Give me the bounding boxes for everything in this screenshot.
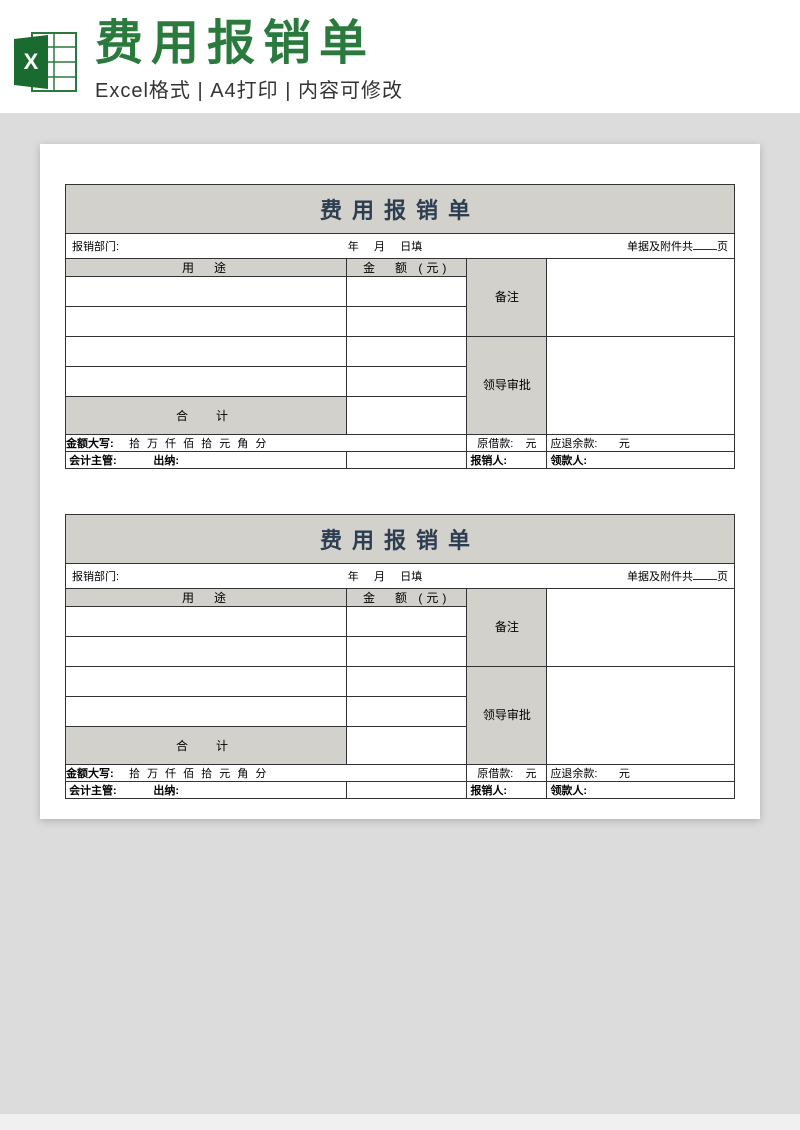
excel-icon: X xyxy=(10,27,80,97)
attachments-label: 单据及附件共 xyxy=(627,241,693,253)
template-header: X 费用报销单 Excel格式 | A4打印 | 内容可修改 xyxy=(0,0,800,114)
day-label: 日填 xyxy=(400,241,422,253)
total-label: 合 计 xyxy=(66,727,347,765)
sig-applicant: 报销人: xyxy=(467,782,547,799)
table-row: 领导审批 xyxy=(66,337,735,367)
page-title: 费用报销单 xyxy=(95,20,790,68)
preview-area: 费用报销单 报销部门: 年 月 日填 单据及附件共页 用 途 金 额 (元) 备… xyxy=(0,114,800,1114)
col-purpose: 用 途 xyxy=(66,259,347,277)
year-label: 年 xyxy=(348,241,359,253)
loan-cell: 原借款: 元 xyxy=(467,435,547,452)
year-label: 年 xyxy=(348,571,359,583)
total-label: 合 计 xyxy=(66,397,347,435)
expense-form-1: 费用报销单 报销部门: 年 月 日填 单据及附件共 页 用 途 金 额 (元) 备… xyxy=(65,184,735,469)
remark-label: 备注 xyxy=(467,589,547,667)
sig-supervisor: 会计主管: 出纳: xyxy=(66,452,347,469)
remark-content xyxy=(547,589,735,667)
refund-cell: 应退余款: 元 xyxy=(547,765,735,782)
approval-label: 领导审批 xyxy=(467,667,547,765)
total-amount xyxy=(346,727,466,765)
month-label: 月 xyxy=(374,571,385,583)
approval-content xyxy=(547,667,735,765)
dept-label: 报销部门: xyxy=(72,571,119,583)
form-info-row: 报销部门: 年 月 日填 单据及附件共 页 xyxy=(65,234,735,258)
dept-label: 报销部门: xyxy=(72,241,119,253)
sig-payee: 领款人: xyxy=(547,782,735,799)
approval-content xyxy=(547,337,735,435)
form-title: 费用报销单 xyxy=(65,184,735,234)
sig-supervisor: 会计主管: 出纳: xyxy=(66,782,347,799)
remark-label: 备注 xyxy=(467,259,547,337)
form-title: 费用报销单 xyxy=(65,514,735,564)
attachments-label: 单据及附件共 xyxy=(627,571,693,583)
sig-applicant: 报销人: xyxy=(467,452,547,469)
form-info-row: 报销部门: 年 月 日填 单据及附件共 页 xyxy=(65,564,735,588)
month-label: 月 xyxy=(374,241,385,253)
expense-table: 用 途 金 额 (元) 备注 领导审批 合 计 xyxy=(65,258,735,469)
sig-payee: 领款人: xyxy=(547,452,735,469)
col-amount: 金 额 (元) xyxy=(346,589,466,607)
day-label: 日填 xyxy=(400,571,422,583)
attachments-unit: 页 xyxy=(717,571,728,583)
attachments-unit: 页 xyxy=(717,241,728,253)
a4-page: 费用报销单 报销部门: 年 月 日填 单据及附件共页 用 途 金 额 (元) 备… xyxy=(40,144,760,819)
col-amount: 金 额 (元) xyxy=(346,259,466,277)
page-subtitle: Excel格式 | A4打印 | 内容可修改 xyxy=(95,74,790,103)
amount-words-row: 金额大写: 拾 万 仟 佰 拾 元 角 分 xyxy=(66,765,467,782)
table-row: 领导审批 xyxy=(66,667,735,697)
approval-label: 领导审批 xyxy=(467,337,547,435)
total-amount xyxy=(346,397,466,435)
loan-cell: 原借款: 元 xyxy=(467,765,547,782)
amount-words-row: 金额大写: 拾 万 仟 佰 拾 元 角 分 xyxy=(66,435,467,452)
expense-table: 用 途 金 额 (元) 备注 领导审批 合 计 xyxy=(65,588,735,799)
refund-cell: 应退余款: 元 xyxy=(547,435,735,452)
svg-text:X: X xyxy=(24,49,39,74)
expense-form-2: 费用报销单 报销部门: 年 月 日填 单据及附件共 页 用 途 金 额 (元) 备… xyxy=(65,514,735,799)
remark-content xyxy=(547,259,735,337)
col-purpose: 用 途 xyxy=(66,589,347,607)
